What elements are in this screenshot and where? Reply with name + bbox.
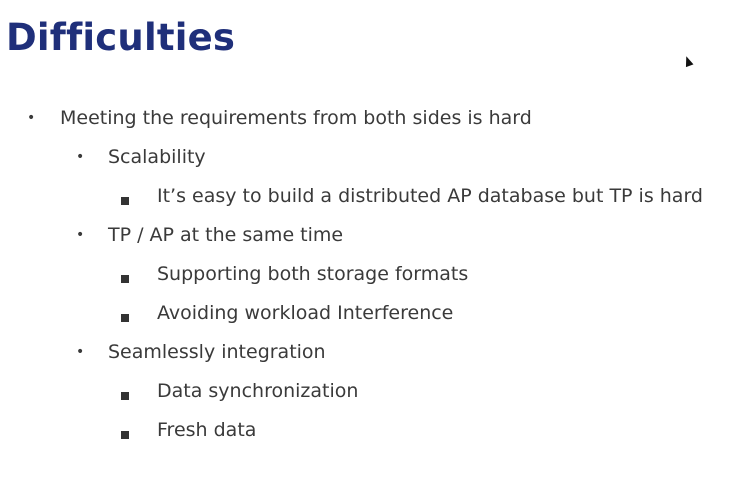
- list-item: It’s easy to build a distributed AP data…: [157, 185, 703, 207]
- slide: Difficulties • Meeting the requirements …: [0, 0, 737, 478]
- square-bullet-icon: [121, 424, 129, 443]
- bullet-level1-text: Meeting the requirements from both sides…: [60, 107, 532, 129]
- bullet-dot-icon: •: [76, 149, 85, 165]
- subheading-scalability: Scalability: [108, 146, 206, 168]
- list-item: Fresh data: [157, 419, 257, 441]
- mouse-pointer-icon: [682, 54, 694, 68]
- bullet-dot-icon: •: [76, 344, 85, 360]
- bullet-dot-icon: •: [27, 110, 36, 126]
- bullet-dot-icon: •: [76, 227, 85, 243]
- list-item: Data synchronization: [157, 380, 359, 402]
- subheading-tp-ap: TP / AP at the same time: [108, 224, 344, 246]
- square-bullet-icon: [121, 190, 129, 209]
- list-item: Supporting both storage formats: [157, 263, 469, 285]
- slide-title: Difficulties: [6, 16, 236, 59]
- square-bullet-icon: [121, 307, 129, 326]
- square-bullet-icon: [121, 268, 129, 287]
- square-bullet-icon: [121, 385, 129, 404]
- subheading-integration: Seamlessly integration: [108, 341, 326, 363]
- list-item: Avoiding workload Interference: [157, 302, 454, 324]
